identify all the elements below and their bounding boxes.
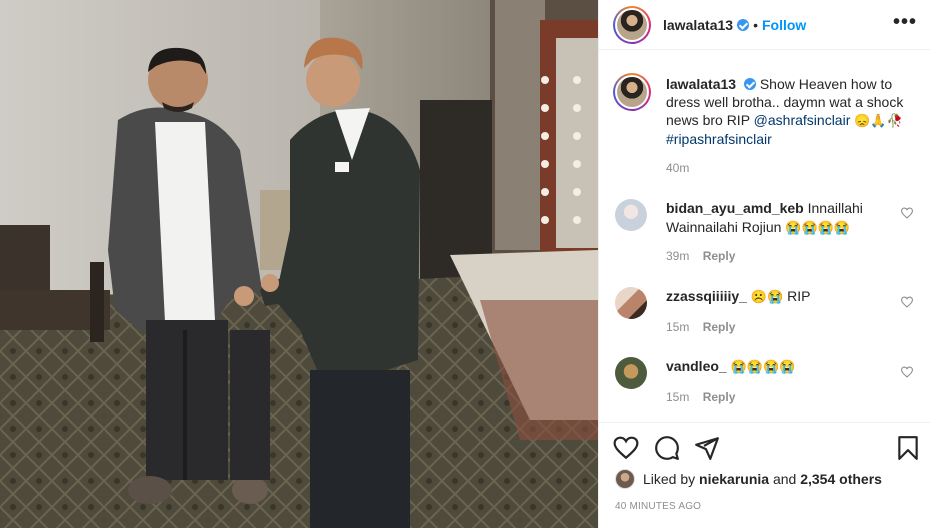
comment-emojis: ☹️😭 <box>750 289 784 304</box>
caption-emojis: 😞🙏🥀 <box>854 113 903 128</box>
separator-dot: • <box>753 16 758 33</box>
liker-username[interactable]: niekarunia <box>699 471 769 487</box>
comment-item: zzassqiiiiiy_ ☹️😭 RIP 15m Reply <box>613 287 918 349</box>
comment-text: zzassqiiiiiy_ ☹️😭 RIP <box>666 287 891 306</box>
caption-time[interactable]: 40m <box>666 161 689 175</box>
comment-icon[interactable] <box>654 435 680 461</box>
comment-heart-icon[interactable] <box>900 366 914 378</box>
verified-badge-icon <box>737 18 750 31</box>
verified-badge-icon <box>743 78 756 90</box>
comments-section[interactable]: lawalata13 Show Heaven how to dress well… <box>599 51 930 422</box>
post-actions: Liked by niekarunia and 2,354 others 40 … <box>599 422 930 528</box>
caption-hashtag[interactable]: #ripashrafsinclair <box>666 131 772 147</box>
heart-icon[interactable] <box>613 435 639 461</box>
commenter-avatar[interactable] <box>615 287 647 319</box>
caption-mention[interactable]: @ashrafsinclair <box>754 112 851 128</box>
commenter-avatar[interactable] <box>615 357 647 389</box>
more-options-icon[interactable]: ••• <box>893 11 917 34</box>
post-photo[interactable] <box>0 0 598 528</box>
follow-button[interactable]: Follow <box>762 17 806 33</box>
comment-heart-icon[interactable] <box>900 296 914 308</box>
comment-item: bidan_ayu_amd_keb Innaillahi Wainnailahi… <box>613 199 918 263</box>
comment-time[interactable]: 39m <box>666 249 689 263</box>
paper-plane-icon[interactable] <box>694 435 720 461</box>
comment-meta: 15m Reply <box>666 320 735 334</box>
comment-time[interactable]: 15m <box>666 320 689 334</box>
liker-avatar[interactable] <box>615 469 635 489</box>
photo-illustration <box>0 0 598 528</box>
likes-connector: and <box>772 471 797 487</box>
author-avatar[interactable] <box>613 5 651 44</box>
comment-emojis: 😭😭😭😭 <box>785 220 851 235</box>
comment-body: RIP <box>787 288 811 304</box>
comment-time[interactable]: 15m <box>666 390 689 404</box>
post-header: lawalata13 • Follow ••• <box>599 0 930 50</box>
comment-meta: 39m Reply <box>666 249 735 263</box>
bookmark-icon[interactable] <box>895 435 921 461</box>
post-timestamp[interactable]: 40 MINUTES AGO <box>615 501 701 512</box>
comment-item: vandleo_ 😭😭😭😭 15m Reply <box>613 357 918 419</box>
reply-button[interactable]: Reply <box>703 390 736 404</box>
commenter-avatar[interactable] <box>615 199 647 231</box>
caption-author-avatar[interactable] <box>613 73 651 111</box>
comment-text: vandleo_ 😭😭😭😭 <box>666 357 891 376</box>
caption-username[interactable]: lawalata13 <box>666 76 736 92</box>
caption-text: lawalata13 Show Heaven how to dress well… <box>666 75 916 148</box>
comment-username[interactable]: zzassqiiiiiy_ <box>666 288 747 304</box>
post-sidebar: lawalata13 • Follow ••• lawalata13 Show … <box>598 0 930 528</box>
comment-heart-icon[interactable] <box>900 207 914 219</box>
comment-text: bidan_ayu_amd_keb Innaillahi Wainnailahi… <box>666 199 891 237</box>
likes-others-link[interactable]: 2,354 others <box>800 471 882 487</box>
reply-button[interactable]: Reply <box>703 320 736 334</box>
comment-meta: 15m Reply <box>666 390 735 404</box>
comment-username[interactable]: vandleo_ <box>666 358 727 374</box>
reply-button[interactable]: Reply <box>703 249 736 263</box>
author-username[interactable]: lawalata13 <box>663 17 733 33</box>
comment-username[interactable]: bidan_ayu_amd_keb <box>666 200 804 216</box>
comment-emojis: 😭😭😭😭 <box>730 359 796 374</box>
likes-summary: Liked by niekarunia and 2,354 others <box>615 469 882 489</box>
likes-prefix: Liked by <box>643 471 696 487</box>
